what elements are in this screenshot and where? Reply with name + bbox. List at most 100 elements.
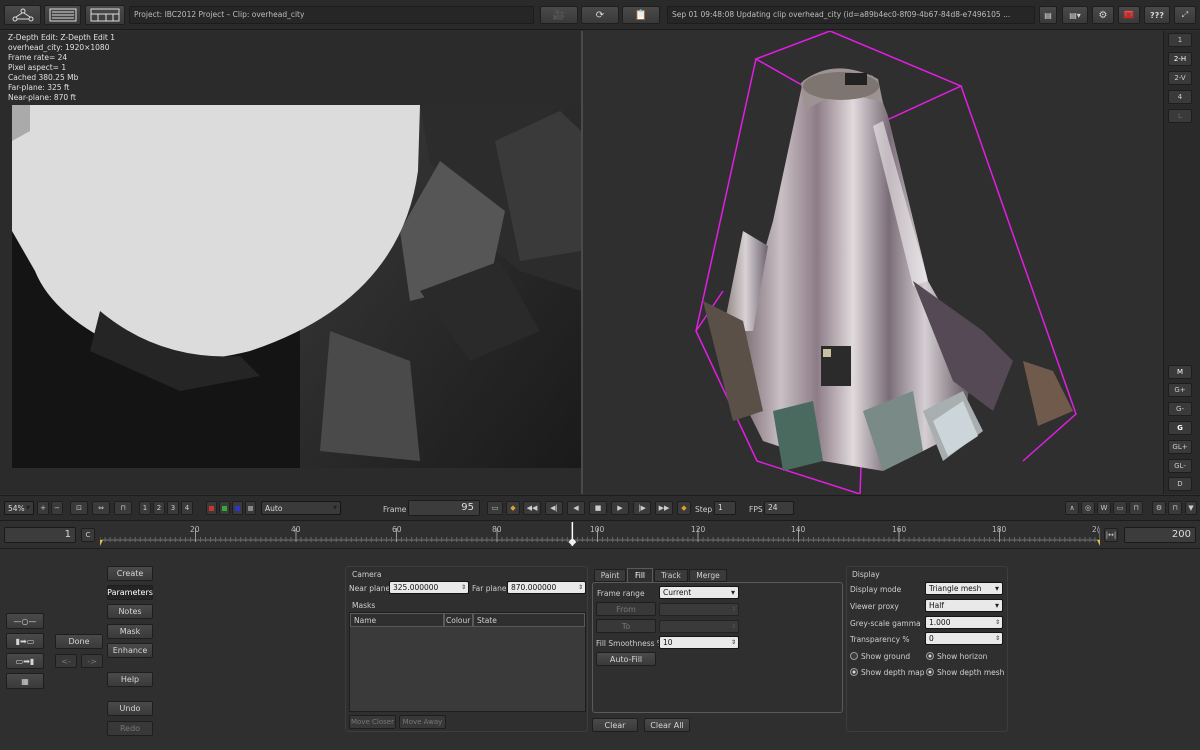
frame-input[interactable]: 95 (408, 500, 480, 516)
timeline-end-input[interactable]: 200 (1124, 527, 1196, 543)
key-prev-button[interactable]: ◆ (506, 501, 520, 515)
wireframe-button[interactable]: W (1097, 501, 1111, 515)
mode-d-button[interactable]: D (1168, 477, 1192, 491)
stop-button[interactable]: ■ (589, 501, 607, 515)
layout-1-button[interactable]: 1 (1168, 33, 1192, 47)
timeline-fit-button[interactable]: |↔| (1104, 528, 1118, 542)
step-input[interactable]: 1 (714, 501, 736, 515)
range-marker[interactable] (100, 540, 103, 546)
masks-col-colour[interactable]: Colour (444, 613, 473, 627)
refresh-button[interactable]: ⟳ (581, 6, 619, 24)
far-plane-input[interactable]: 870.000000 ⇕ (507, 581, 586, 594)
tab-merge[interactable]: Merge (689, 569, 727, 582)
mesh-viewport[interactable] (583, 31, 1163, 494)
node-graph-button[interactable] (4, 5, 41, 25)
mode-glplus-button[interactable]: GL+ (1168, 440, 1192, 454)
layout-l-button[interactable]: L (1168, 109, 1192, 123)
list-view-button[interactable] (44, 5, 81, 25)
clipboard-button[interactable]: 📋 (622, 6, 660, 24)
show-depth-map-checkbox[interactable]: Show depth map (850, 668, 925, 677)
to-button[interactable]: To (596, 619, 656, 633)
enhance-button[interactable]: Enhance (107, 643, 153, 658)
notes-button[interactable]: Notes (107, 604, 153, 619)
from-button[interactable]: From (596, 602, 656, 616)
auto-fill-button[interactable]: Auto-Fill (596, 652, 656, 666)
clear-button[interactable]: Clear (592, 718, 638, 732)
back-button[interactable]: <- (55, 654, 77, 668)
forward-button[interactable]: -> (81, 654, 103, 668)
gamma-input[interactable]: 1.000 ⇕ (925, 616, 1003, 629)
depth-viewport[interactable]: Z-Depth Edit: Z-Depth Edit 1 overhead_ci… (0, 31, 581, 494)
mask-button[interactable]: Mask (107, 624, 153, 639)
layout-button[interactable]: ▤▾ (1062, 6, 1088, 24)
masks-table[interactable] (349, 612, 586, 712)
timeline-start-input[interactable]: 1 (4, 527, 76, 543)
timeline-clear-button[interactable]: C (81, 528, 95, 542)
mode-glminus-button[interactable]: GL- (1168, 459, 1192, 473)
display-auto-select[interactable]: Auto (261, 501, 341, 515)
view-4-button[interactable]: 4 (181, 501, 193, 515)
channel-green-button[interactable] (219, 501, 230, 515)
tab-track[interactable]: Track (654, 569, 688, 582)
tab-fill[interactable]: Fill (627, 568, 653, 583)
timeline-view-button[interactable] (85, 5, 125, 25)
zoom-select[interactable]: 54% (4, 501, 34, 515)
expand-button[interactable]: ⤢ (1174, 6, 1196, 24)
near-plane-input[interactable]: 325.000000 ⇕ (389, 581, 469, 594)
snapshot-button[interactable]: ▭ (487, 501, 503, 515)
tool-line-button[interactable]: —○— (6, 613, 44, 629)
create-button[interactable]: Create (107, 566, 153, 581)
pan-button[interactable]: ⇔ (92, 501, 110, 515)
camera-button[interactable]: 🎥 (540, 6, 578, 24)
help-button[interactable]: Help (107, 672, 153, 687)
viewer-settings-button[interactable]: ⚙ (1152, 501, 1166, 515)
frame-range-select[interactable]: Current (659, 586, 739, 599)
channel-red-button[interactable] (206, 501, 217, 515)
range-marker[interactable] (1097, 540, 1100, 546)
view-2-button[interactable]: 2 (153, 501, 165, 515)
view-1-button[interactable]: 1 (139, 501, 151, 515)
transparency-input[interactable]: 0 ⇕ (925, 632, 1003, 645)
toolbox-button[interactable]: 🧰 (1118, 6, 1140, 24)
mode-m-button[interactable]: M (1168, 365, 1192, 379)
mode-gminus-button[interactable]: G- (1168, 402, 1192, 416)
viewer-proxy-select[interactable]: Half (925, 599, 1003, 612)
mode-g-button[interactable]: G (1168, 421, 1192, 435)
move-closer-button[interactable]: Move Closer (349, 715, 396, 729)
viewer-lock-button[interactable]: ⊓ (1168, 501, 1182, 515)
log-button[interactable]: ▤ (1039, 6, 1057, 24)
key-next-button[interactable]: ◆ (677, 501, 691, 515)
settings-button[interactable]: ⚙ (1092, 6, 1114, 24)
show-horizon-checkbox[interactable]: Show horizon (926, 652, 987, 661)
layout-4-button[interactable]: 4 (1168, 90, 1192, 104)
curve-button[interactable]: ∧ (1065, 501, 1079, 515)
undo-button[interactable]: Undo (107, 701, 153, 716)
tool-grid-button[interactable]: ▦ (6, 673, 44, 689)
channel-blue-button[interactable] (232, 501, 243, 515)
help-button-top[interactable]: ??? (1144, 6, 1170, 24)
play-back-button[interactable]: ◀ (567, 501, 585, 515)
zoom-out-button[interactable]: − (51, 501, 63, 515)
masks-col-name[interactable]: Name (350, 613, 444, 627)
fit-button[interactable]: ⊡ (70, 501, 88, 515)
lock-view-button[interactable]: ⊓ (1129, 501, 1143, 515)
lock-button[interactable]: ⊓ (114, 501, 132, 515)
from-input[interactable]: ⇕ (659, 603, 739, 616)
fill-smoothness-input[interactable]: 10 ⇕ (659, 636, 739, 649)
move-away-button[interactable]: Move Away (399, 715, 446, 729)
to-input[interactable]: ⇕ (659, 620, 739, 633)
goto-start-button[interactable]: ◀◀ (523, 501, 541, 515)
step-back-button[interactable]: ◀| (545, 501, 563, 515)
target-button[interactable]: ◎ (1081, 501, 1095, 515)
step-forward-button[interactable]: |▶ (633, 501, 651, 515)
goto-end-button[interactable]: ▶▶ (655, 501, 673, 515)
tool-arrow-out-button[interactable]: ▭➡▮ (6, 653, 44, 669)
clear-all-button[interactable]: Clear All (644, 718, 690, 732)
show-ground-checkbox[interactable]: Show ground (850, 652, 910, 661)
done-button[interactable]: Done (55, 634, 103, 649)
view-3-button[interactable]: 3 (167, 501, 179, 515)
display-mode-select[interactable]: Triangle mesh (925, 582, 1003, 595)
mode-gplus-button[interactable]: G+ (1168, 383, 1192, 397)
playhead-handle[interactable] (568, 538, 577, 546)
tab-paint[interactable]: Paint (594, 569, 626, 582)
